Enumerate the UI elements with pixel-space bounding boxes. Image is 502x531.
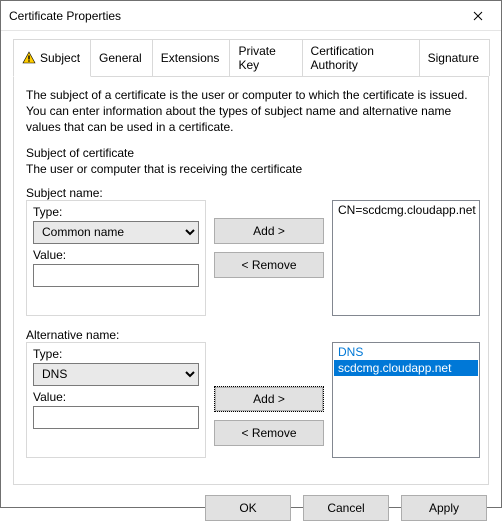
alt-type-select[interactable]: DNS — [33, 363, 199, 386]
section-heading: Subject of certificate — [26, 146, 476, 160]
subject-add-button[interactable]: Add > — [214, 218, 324, 244]
window-title: Certificate Properties — [9, 9, 455, 23]
tab-extensions[interactable]: Extensions — [152, 39, 231, 76]
subject-remove-button[interactable]: < Remove — [214, 252, 324, 278]
subject-type-label: Type: — [33, 205, 199, 219]
subject-value-input[interactable] — [33, 264, 199, 287]
close-icon — [473, 11, 483, 21]
close-button[interactable] — [455, 1, 501, 30]
list-item[interactable]: scdcmg.cloudapp.net — [334, 360, 478, 376]
alt-value-input[interactable] — [33, 406, 199, 429]
section-subheading: The user or computer that is receiving t… — [26, 162, 476, 176]
tab-description: The subject of a certificate is the user… — [26, 87, 476, 136]
warning-icon — [22, 51, 36, 65]
subject-type-select[interactable]: Common name — [33, 221, 199, 244]
alternative-name-list[interactable]: DNS scdcmg.cloudapp.net — [332, 342, 480, 458]
alt-value-label: Value: — [33, 390, 199, 404]
alternative-name-row: Type: DNS Value: Add > < Remove DNS scdc… — [26, 342, 476, 458]
tab-signature[interactable]: Signature — [419, 39, 490, 76]
tab-certification-authority[interactable]: Certification Authority — [302, 39, 420, 76]
alternative-name-label: Alternative name: — [26, 328, 476, 342]
tab-strip: Subject General Extensions Private Key C… — [13, 39, 489, 76]
tab-label: Signature — [428, 51, 479, 65]
alt-add-button[interactable]: Add > — [214, 386, 324, 412]
subject-name-row: Type: Common name Value: Add > < Remove … — [26, 200, 476, 316]
list-header: DNS — [334, 344, 478, 360]
tab-general[interactable]: General — [90, 39, 153, 76]
alt-remove-button[interactable]: < Remove — [214, 420, 324, 446]
tab-label: Subject — [40, 51, 80, 65]
list-item[interactable]: CN=scdcmg.cloudapp.net — [334, 202, 478, 218]
tab-label: Private Key — [238, 44, 291, 72]
tab-label: Certification Authority — [311, 44, 409, 72]
tab-private-key[interactable]: Private Key — [229, 39, 302, 76]
alternative-name-panel: Type: DNS Value: — [26, 342, 206, 458]
tab-label: General — [99, 51, 142, 65]
tab-subject[interactable]: Subject — [13, 39, 91, 77]
subject-name-list[interactable]: CN=scdcmg.cloudapp.net — [332, 200, 480, 316]
subject-value-label: Value: — [33, 248, 199, 262]
tab-panel-subject: The subject of a certificate is the user… — [13, 76, 489, 485]
subject-name-label: Subject name: — [26, 186, 476, 200]
tab-label: Extensions — [161, 51, 220, 65]
subject-name-panel: Type: Common name Value: — [26, 200, 206, 316]
alt-type-label: Type: — [33, 347, 199, 361]
